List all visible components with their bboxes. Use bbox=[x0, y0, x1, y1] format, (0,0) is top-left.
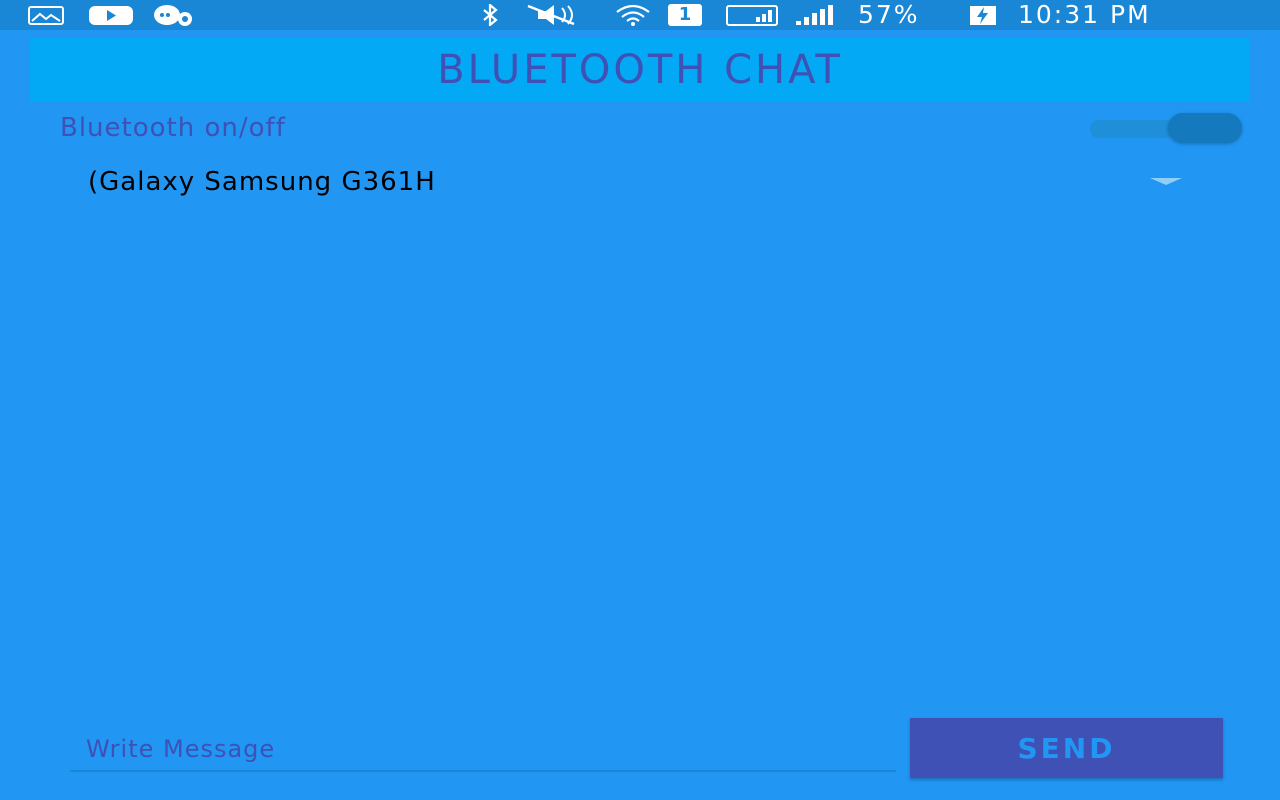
clock: 10:31 PM bbox=[1018, 0, 1151, 29]
battery-percent: 57% bbox=[858, 0, 920, 29]
device-spinner[interactable]: (Galaxy Samsung G361H bbox=[80, 162, 1190, 202]
signal-box-icon bbox=[726, 5, 778, 26]
message-input[interactable] bbox=[70, 728, 896, 772]
message-composer: SEND bbox=[70, 718, 1224, 780]
send-button[interactable]: SEND bbox=[910, 718, 1223, 778]
page-title: BLUETOOTH CHAT bbox=[437, 47, 843, 93]
mute-icon bbox=[527, 4, 575, 26]
sim-icon: 1 bbox=[668, 4, 702, 26]
switch-thumb[interactable] bbox=[1168, 113, 1242, 143]
status-bar: 1 57% 10:31 PM bbox=[0, 0, 1280, 30]
signal-bars-icon bbox=[796, 5, 833, 25]
gallery-icon bbox=[28, 6, 64, 25]
title-bar: BLUETOOTH CHAT bbox=[30, 38, 1250, 102]
battery-icon bbox=[970, 6, 996, 25]
chat-notification-icon bbox=[154, 5, 192, 26]
youtube-icon bbox=[89, 6, 133, 25]
bluetooth-toggle-row: Bluetooth on/off bbox=[60, 110, 1242, 146]
dropdown-arrow-icon[interactable] bbox=[1150, 178, 1182, 185]
wifi-icon bbox=[616, 4, 650, 26]
bluetooth-switch[interactable] bbox=[1090, 113, 1242, 143]
bluetooth-toggle-label: Bluetooth on/off bbox=[60, 113, 286, 143]
sim-slot-number: 1 bbox=[678, 4, 692, 25]
selected-device: (Galaxy Samsung G361H bbox=[88, 167, 436, 197]
bluetooth-icon bbox=[483, 4, 498, 26]
app-content: BLUETOOTH CHAT Bluetooth on/off (Galaxy … bbox=[0, 30, 1280, 800]
